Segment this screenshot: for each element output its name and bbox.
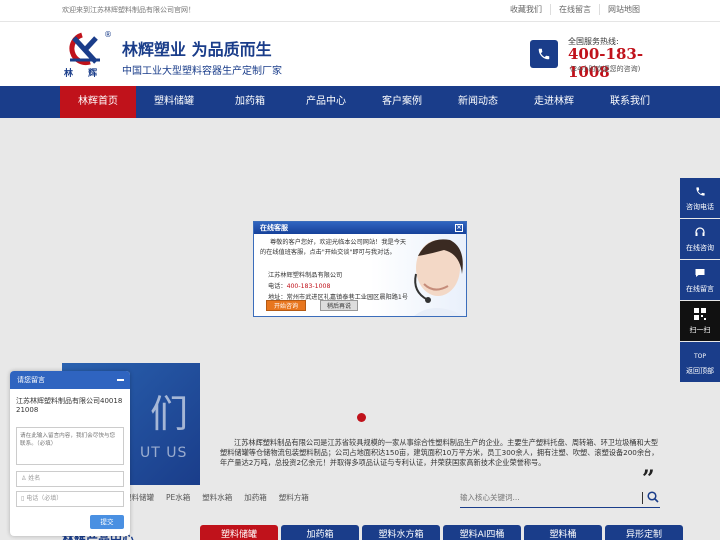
message-name-placeholder: 姓名 — [28, 475, 41, 482]
product-filters: 塑料储罐 PE水箱 塑料水箱 加药箱 塑料方箱 — [124, 492, 321, 503]
chat-tel-number: 400-183-1008 — [286, 283, 331, 290]
side-qrcode-label: 扫一扫 — [689, 326, 711, 334]
search-icon[interactable] — [647, 491, 659, 503]
chat-company: 江苏林辉塑料制品有限公司 — [268, 272, 343, 279]
side-message-label: 在线留言 — [686, 285, 714, 293]
filter-pe-tank[interactable]: PE水箱 — [166, 492, 190, 503]
welcome-text: 欢迎来到江苏林辉塑料制品有限公司官网！ — [62, 6, 195, 14]
phone-icon — [530, 40, 558, 68]
nav-item-cases[interactable]: 客户案例 — [364, 86, 440, 118]
logo[interactable]: ® 林 辉 — [60, 30, 112, 80]
side-phone-button[interactable]: 咨询电话 — [680, 178, 720, 218]
nav-item-about[interactable]: 走进林辉 — [516, 86, 592, 118]
product-tabs: 塑料储罐 加药箱 塑料水方箱 塑料AI四桶 塑料桶 异形定制 — [200, 525, 686, 540]
side-top-label: 返回顶部 — [686, 367, 714, 375]
chat-title-text: 在线客服 — [260, 224, 288, 232]
filter-square-box[interactable]: 塑料方箱 — [279, 492, 309, 503]
nav-items: 林辉首页 塑料储罐 加药箱 产品中心 客户案例 新闻动态 走进林辉 联系我们 — [60, 86, 668, 118]
slider-dot[interactable] — [357, 413, 366, 422]
search-box — [460, 488, 660, 508]
nav-item-dosing[interactable]: 加药箱 — [212, 86, 288, 118]
product-tab-water-box[interactable]: 塑料水方箱 — [362, 525, 440, 540]
side-message-button[interactable]: 在线留言 — [680, 260, 720, 300]
side-consult-label: 在线咨询 — [686, 244, 714, 252]
hotline-number[interactable]: 400-183-1008 — [568, 45, 660, 81]
headset-icon — [680, 225, 720, 243]
logo-registered: ® — [104, 30, 112, 39]
side-float-bar: 咨询电话 在线咨询 在线留言 扫一扫 TOP 返回顶部 — [680, 178, 720, 383]
message-title: 请您留言 — [17, 376, 45, 384]
nav-item-tanks[interactable]: 塑料储罐 — [136, 86, 212, 118]
top-links: 收藏我们 在线留言 网站地图 — [502, 4, 648, 15]
chat-later-button[interactable]: 稍后再说 — [320, 300, 358, 311]
top-icon: TOP — [693, 353, 706, 360]
message-header: 请您留言 — [10, 371, 130, 389]
message-phone-placeholder: 电话（必填） — [26, 495, 63, 502]
product-tab-custom[interactable]: 异形定制 — [605, 525, 683, 540]
chat-popup: 在线客服 × 尊敬的客户您好，欢迎光临本公司网站！我是今天的在线值班客服，点击"… — [253, 221, 467, 317]
qrcode-icon — [680, 307, 720, 325]
message-company: 江苏林辉塑料制品有限公司4001821008 — [16, 397, 123, 414]
chat-tel: 电话：400-183-1008 — [268, 281, 330, 290]
search-divider — [642, 492, 643, 504]
message-submit-button[interactable]: 提交 — [90, 515, 124, 529]
chat-popup-body: 尊敬的客户您好，欢迎光临本公司网站！我是今天的在线值班客服，点击"开始交谈"即可… — [254, 234, 466, 316]
logo-mark-icon — [69, 32, 100, 66]
about-big-text: 们 — [150, 392, 189, 436]
toplink-message[interactable]: 在线留言 — [550, 4, 599, 15]
product-tab-tanks[interactable]: 塑料储罐 — [200, 525, 278, 540]
chat-tel-label: 电话： — [268, 283, 287, 290]
top-bar: 欢迎来到江苏林辉塑料制品有限公司官网！ 收藏我们 在线留言 网站地图 — [0, 0, 720, 22]
header: ® 林 辉 林辉塑业 为品质而生 中国工业大型塑料容器生产定制厂家 全国服务热线… — [0, 22, 720, 86]
chat-buttons: 开始咨询 稍后再说 — [266, 300, 358, 311]
minimize-icon[interactable] — [117, 379, 124, 381]
product-tab-dosing[interactable]: 加药箱 — [281, 525, 359, 540]
customer-service-avatar-icon — [414, 239, 464, 316]
chat-start-button[interactable]: 开始咨询 — [266, 300, 306, 311]
nav-item-home[interactable]: 林辉首页 — [60, 86, 136, 118]
close-icon[interactable]: × — [455, 224, 463, 232]
search-input[interactable] — [460, 488, 636, 506]
message-widget: 请您留言 江苏林辉塑料制品有限公司4001821008 ♙ 姓名 ▯ 电话（必填… — [10, 371, 130, 536]
message-content-input[interactable] — [16, 427, 124, 465]
toplink-bookmark[interactable]: 收藏我们 — [502, 4, 550, 15]
chat-bubble-icon — [680, 266, 720, 284]
filter-water-tank[interactable]: 塑料水箱 — [202, 492, 232, 503]
message-name-field[interactable]: ♙ 姓名 — [16, 471, 124, 487]
filter-dosing[interactable]: 加药箱 — [244, 492, 267, 503]
side-top-button[interactable]: TOP 返回顶部 — [680, 342, 720, 382]
side-qrcode-button[interactable]: 扫一扫 — [680, 301, 720, 341]
hotline-note: (24小时欢迎您的咨询) — [570, 65, 641, 73]
nav-item-contact[interactable]: 联系我们 — [592, 86, 668, 118]
hotline: 全国服务热线: 400-183-1008 (24小时欢迎您的咨询) — [530, 36, 660, 81]
brand-slogan: 林辉塑业 为品质而生 — [122, 40, 272, 59]
about-en-text: UT US — [140, 445, 188, 461]
nav-item-news[interactable]: 新闻动态 — [440, 86, 516, 118]
toplink-sitemap[interactable]: 网站地图 — [599, 4, 648, 15]
brand: 林辉塑业 为品质而生 中国工业大型塑料容器生产定制厂家 — [122, 36, 282, 77]
main-nav: 林辉首页 塑料储罐 加药箱 产品中心 客户案例 新闻动态 走进林辉 联系我们 — [0, 86, 720, 118]
message-phone-field[interactable]: ▯ 电话（必填） — [16, 491, 124, 507]
brand-subtitle: 中国工业大型塑料容器生产定制厂家 — [122, 66, 282, 77]
about-paragraph: 江苏林辉塑料制品有限公司是江苏省较具规模的一家从事综合性塑料制品生产的企业。主要… — [220, 438, 659, 467]
nav-item-products[interactable]: 产品中心 — [288, 86, 364, 118]
product-tab-ai-barrel[interactable]: 塑料AI四桶 — [443, 525, 521, 540]
logo-text: 林 辉 — [64, 69, 104, 79]
side-consult-button[interactable]: 在线咨询 — [680, 219, 720, 259]
chat-greeting: 尊敬的客户您好，欢迎光临本公司网站！我是今天的在线值班客服，点击"开始交谈"即可… — [260, 239, 407, 256]
chat-popup-title: 在线客服 × — [254, 222, 466, 234]
side-phone-label: 咨询电话 — [686, 203, 714, 211]
product-tab-barrel[interactable]: 塑料桶 — [524, 525, 602, 540]
phone-icon — [680, 184, 720, 202]
